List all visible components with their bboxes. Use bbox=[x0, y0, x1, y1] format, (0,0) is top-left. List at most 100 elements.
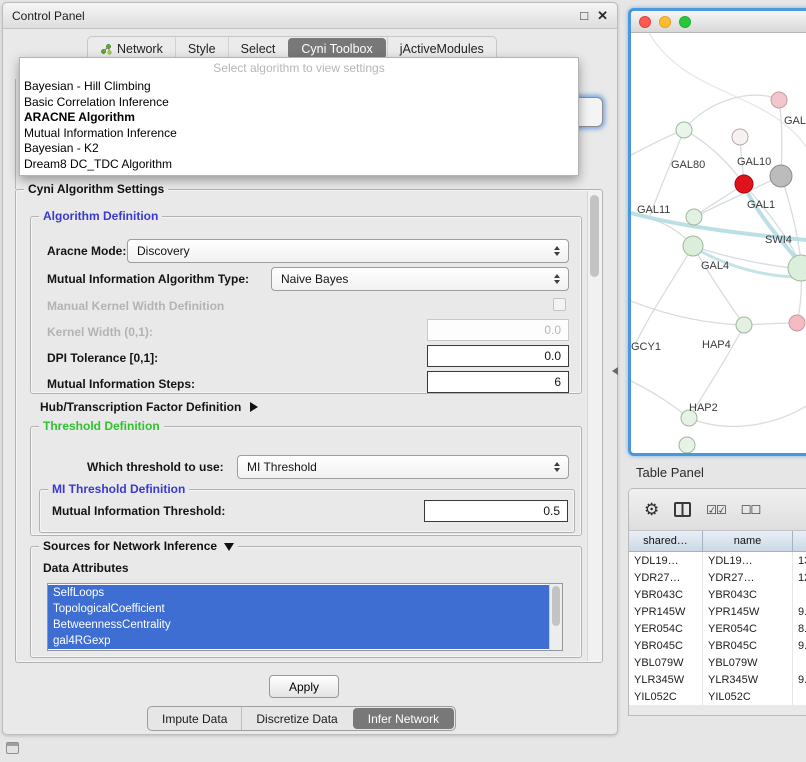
network-node[interactable] bbox=[770, 165, 792, 187]
table-row[interactable]: YDR27…YDR27…12 bbox=[629, 569, 806, 586]
table-cell bbox=[793, 654, 806, 671]
which-threshold-combo[interactable]: MI Threshold bbox=[237, 455, 569, 479]
panel-dock-icon[interactable] bbox=[6, 742, 19, 754]
dropdown-item[interactable]: Bayesian - Hill Climbing bbox=[20, 79, 578, 95]
node-label: GAL11 bbox=[637, 204, 670, 216]
network-edge[interactable] bbox=[635, 246, 693, 345]
mi-type-label: Mutual Information Algorithm Type: bbox=[47, 272, 249, 286]
network-graph[interactable]: GALGAL80GAL10GAL11GAL1SWI4GAL4GCY1HAP4HA… bbox=[631, 33, 806, 453]
table-row[interactable]: YPR145WYPR145W9. bbox=[629, 603, 806, 620]
close-traffic-light-icon[interactable] bbox=[639, 16, 651, 28]
manual-kernel-checkbox[interactable] bbox=[553, 298, 566, 311]
hub-definition-section[interactable]: Hub/Transcription Factor Definition bbox=[40, 400, 258, 414]
panel-title: Control Panel bbox=[12, 9, 85, 23]
attribute-list-scrollbar[interactable] bbox=[549, 584, 562, 650]
bottom-tab-discretize-data[interactable]: Discretize Data bbox=[241, 707, 351, 730]
network-node[interactable] bbox=[736, 317, 752, 333]
table-cell: YPR145W bbox=[629, 603, 703, 620]
table-row[interactable]: YBR043CYBR043C bbox=[629, 586, 806, 603]
attribute-item[interactable]: TopologicalCoefficient bbox=[48, 601, 549, 617]
expand-collapsed-icon[interactable] bbox=[250, 402, 258, 412]
column-header[interactable]: name bbox=[703, 531, 793, 552]
splitter-collapse-icon[interactable] bbox=[612, 367, 618, 375]
node-label: SWI4 bbox=[765, 234, 792, 246]
network-edge[interactable] bbox=[781, 176, 801, 261]
table-row[interactable]: YBL079WYBL079W bbox=[629, 654, 806, 671]
table-panel-title: Table Panel bbox=[636, 465, 704, 480]
network-node[interactable] bbox=[732, 129, 748, 145]
dropdown-placeholder: Select algorithm to view settings bbox=[20, 58, 578, 79]
threshold-definition-group: Threshold Definition Which threshold to … bbox=[30, 426, 582, 536]
attribute-item[interactable]: BetweennessCentrality bbox=[48, 617, 549, 633]
apply-button[interactable]: Apply bbox=[269, 675, 339, 698]
close-window-icon[interactable]: ✕ bbox=[597, 9, 608, 22]
table-row[interactable]: YDL19…YDL19…13 bbox=[629, 552, 806, 569]
node-label: HAP2 bbox=[689, 402, 718, 414]
which-threshold-value: MI Threshold bbox=[247, 460, 317, 474]
float-window-icon[interactable]: □ bbox=[580, 9, 588, 22]
gear-icon[interactable]: ⚙ bbox=[644, 501, 659, 518]
dropdown-item[interactable]: Bayesian - K2 bbox=[20, 141, 578, 157]
network-node[interactable] bbox=[789, 315, 805, 331]
dpi-tolerance-field[interactable]: 0.0 bbox=[427, 345, 569, 367]
column-header[interactable]: shared… bbox=[629, 531, 703, 552]
network-node[interactable] bbox=[676, 122, 692, 138]
network-node[interactable] bbox=[686, 209, 702, 225]
attribute-item[interactable]: SelfLoops bbox=[48, 585, 549, 601]
mi-steps-field[interactable]: 6 bbox=[427, 371, 569, 393]
dropdown-item[interactable]: ARACNE Algorithm bbox=[20, 110, 578, 126]
table-row[interactable]: YLR345WYLR345W9. bbox=[629, 671, 806, 688]
mi-threshold-field[interactable]: 0.5 bbox=[424, 500, 568, 522]
combo-arrows-icon bbox=[550, 274, 564, 284]
dropdown-item[interactable]: Basic Correlation Inference bbox=[20, 95, 578, 111]
table-cell: 9. bbox=[793, 637, 806, 654]
network-node[interactable] bbox=[735, 175, 753, 193]
zoom-traffic-light-icon[interactable] bbox=[679, 16, 691, 28]
sources-title-text: Sources for Network Inference bbox=[43, 539, 217, 553]
hidden-group-border bbox=[15, 79, 16, 189]
table-cell: YDL19… bbox=[629, 552, 703, 569]
sources-group-title[interactable]: Sources for Network Inference bbox=[39, 539, 238, 553]
bottom-tab-impute-data[interactable]: Impute Data bbox=[148, 707, 241, 730]
select-all-icon[interactable]: ☑☑ bbox=[706, 504, 726, 516]
aracne-mode-label: Aracne Mode: bbox=[47, 244, 126, 258]
dropdown-item[interactable]: Dream8 DC_TDC Algorithm bbox=[20, 157, 578, 173]
minimize-traffic-light-icon[interactable] bbox=[659, 16, 671, 28]
column-header[interactable] bbox=[793, 531, 806, 552]
aracne-mode-combo[interactable]: Discovery bbox=[127, 239, 569, 263]
data-attributes-list[interactable]: SelfLoopsTopologicalCoefficientBetweenne… bbox=[47, 583, 563, 651]
table-cell: YBL079W bbox=[629, 654, 703, 671]
bottom-tab-infer-network[interactable]: Infer Network bbox=[353, 708, 454, 729]
network-node[interactable] bbox=[679, 437, 695, 453]
node-label: GAL bbox=[784, 115, 806, 127]
node-label: GAL80 bbox=[671, 159, 705, 171]
table-cell: YIL052C bbox=[703, 688, 793, 705]
algorithm-definition-group: Algorithm Definition Aracne Mode: Discov… bbox=[30, 216, 582, 394]
deselect-all-icon[interactable]: ☐☐ bbox=[741, 504, 761, 516]
network-node[interactable] bbox=[771, 92, 787, 108]
network-window-titlebar[interactable] bbox=[631, 11, 806, 33]
scrollbar-thumb[interactable] bbox=[590, 195, 599, 277]
attribute-items: SelfLoopsTopologicalCoefficientBetweenne… bbox=[48, 585, 549, 649]
network-edge[interactable] bbox=[631, 381, 689, 418]
table-row[interactable]: YER054CYER054C8. bbox=[629, 620, 806, 637]
scrollbar-thumb[interactable] bbox=[552, 586, 560, 626]
table-cell: 13 bbox=[793, 552, 806, 569]
attribute-item[interactable]: gal4RGexp bbox=[48, 633, 549, 649]
table-panel-window: ⚙☑☑☐☐ shared…name YDL19…YDL19…13YDR27…YD… bbox=[628, 488, 806, 716]
columns-icon[interactable] bbox=[674, 502, 691, 517]
table-row[interactable]: YBR045CYBR045C9. bbox=[629, 637, 806, 654]
dropdown-item[interactable]: Mutual Information Inference bbox=[20, 126, 578, 142]
tab-cyni-toolbox[interactable]: Cyni Toolbox bbox=[288, 38, 385, 59]
mi-threshold-label: Mutual Information Threshold: bbox=[52, 504, 225, 518]
control-panel-titlebar: Control Panel □ ✕ bbox=[3, 3, 617, 29]
table-cell: 9. bbox=[793, 671, 806, 688]
threshold-definition-title: Threshold Definition bbox=[39, 419, 164, 433]
network-canvas[interactable]: GALGAL80GAL10GAL11GAL1SWI4GAL4GCY1HAP4HA… bbox=[631, 33, 806, 453]
mi-type-combo[interactable]: Naive Bayes bbox=[271, 267, 569, 291]
table-row[interactable]: YIL052CYIL052C bbox=[629, 688, 806, 705]
network-edge[interactable] bbox=[684, 95, 779, 130]
settings-scrollbar[interactable] bbox=[587, 191, 601, 661]
network-node[interactable] bbox=[683, 236, 703, 256]
expand-expanded-icon[interactable] bbox=[224, 543, 234, 551]
